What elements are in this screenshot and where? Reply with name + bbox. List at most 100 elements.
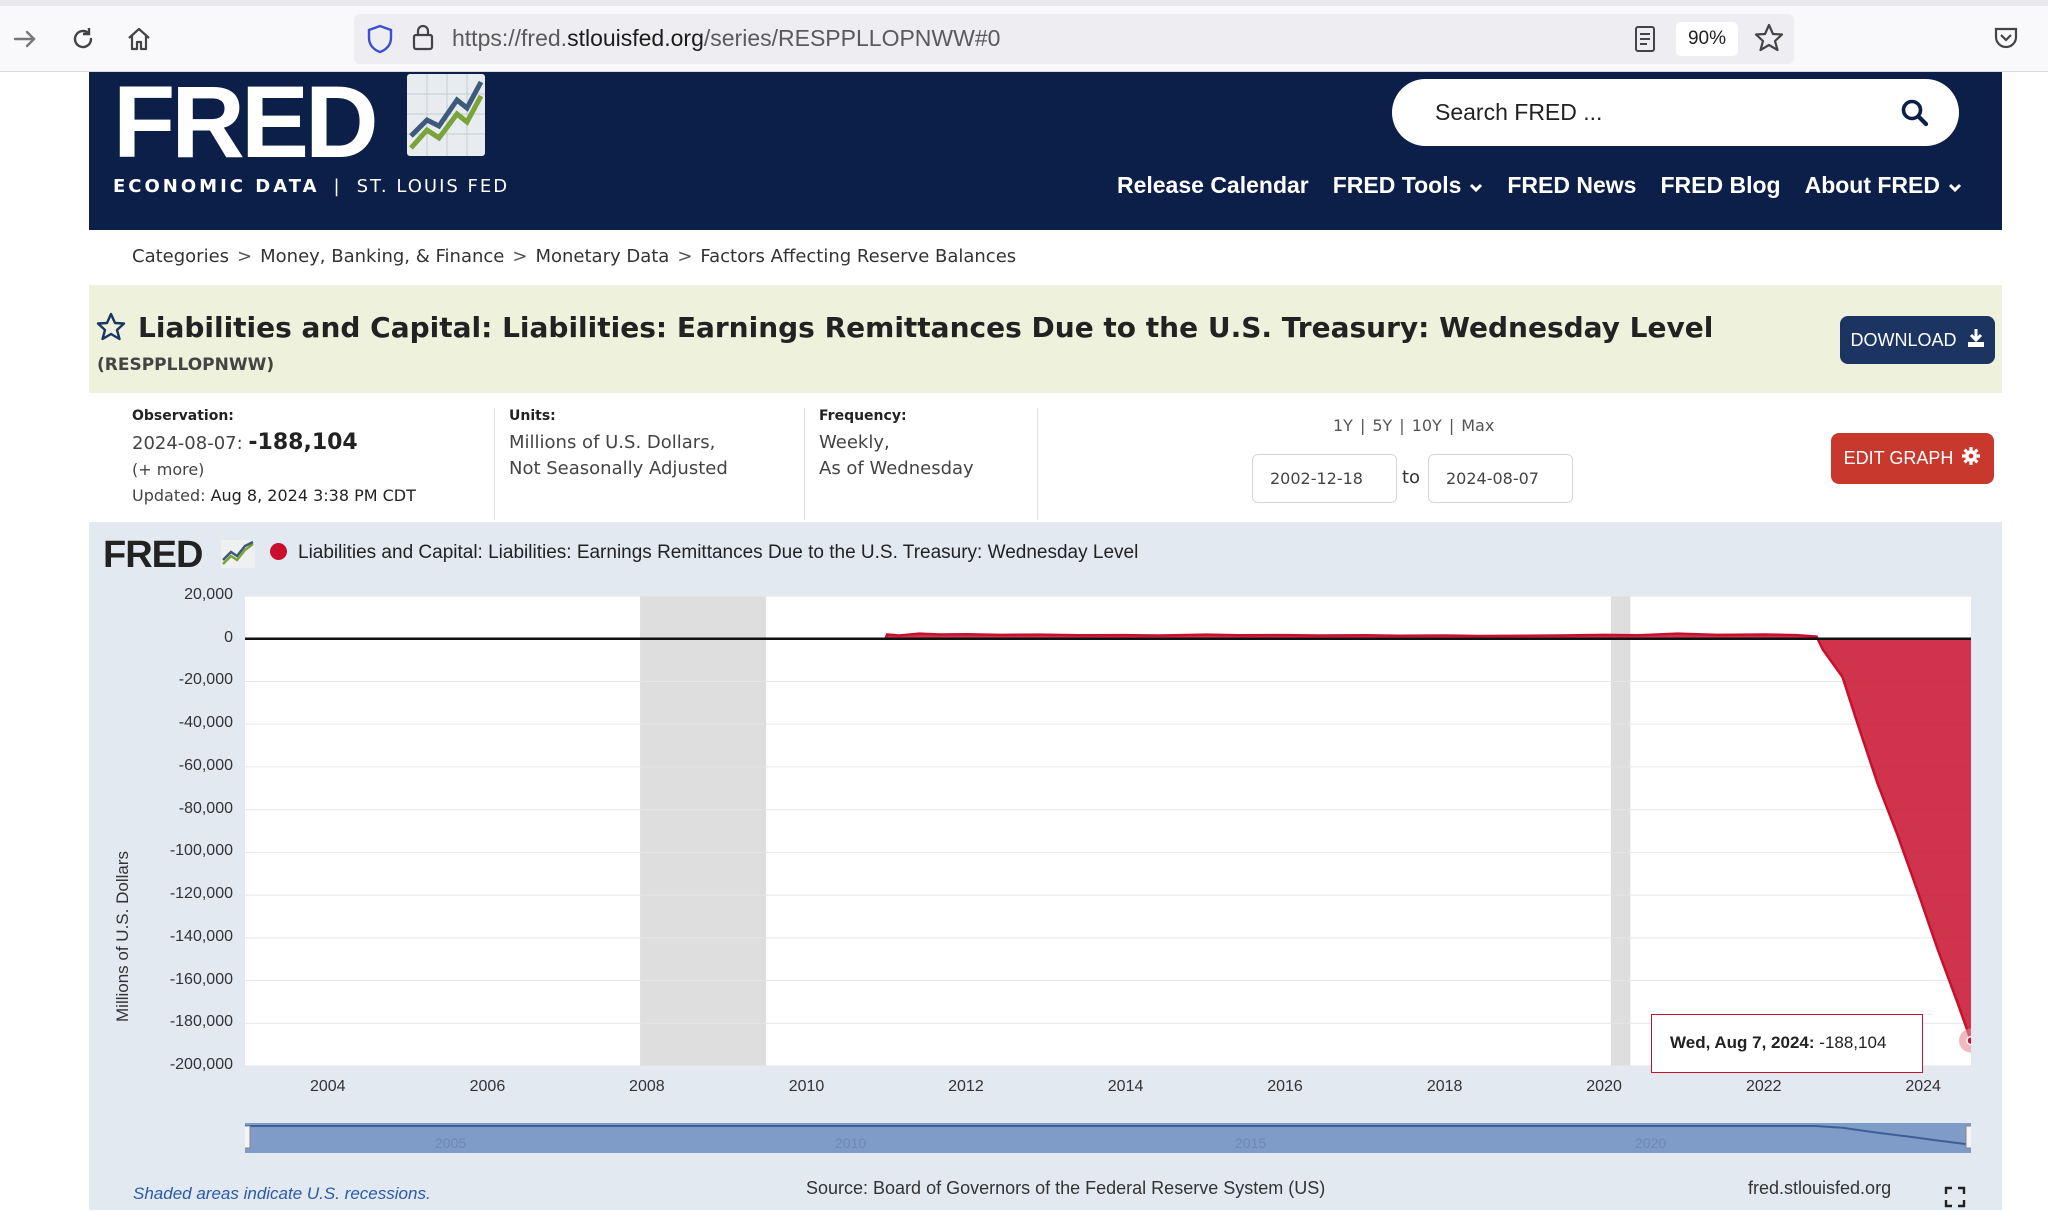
chevron-down-icon (1948, 172, 1962, 199)
shield-icon[interactable] (366, 24, 394, 58)
zoom-level[interactable]: 90% (1676, 22, 1738, 56)
navigator-right-handle[interactable] (1965, 1125, 1976, 1149)
breadcrumb-monetary-data[interactable]: Monetary Data (535, 246, 669, 267)
navigator-label: 2015 (1235, 1135, 1266, 1151)
units-block: Units: Millions of U.S. Dollars, Not Sea… (509, 408, 728, 482)
home-icon[interactable] (122, 22, 156, 56)
breadcrumb-money-banking[interactable]: Money, Banking, & Finance (260, 246, 504, 267)
logo-subtitle: ECONOMIC DATA | ST. LOUIS FED (113, 176, 509, 197)
lock-icon[interactable] (410, 22, 436, 56)
y-tick-label: -100,000 (169, 842, 233, 860)
x-tick-label: 2024 (1905, 1078, 1941, 1095)
units-line-2: Not Seasonally Adjusted (509, 458, 728, 479)
browser-toolbar: https://fred.stlouisfed.org/series/RESPP… (0, 0, 2048, 72)
nav-about-fred[interactable]: About FRED (1805, 172, 1962, 199)
nav-fred-blog[interactable]: FRED Blog (1660, 172, 1780, 199)
nav-fred-news[interactable]: FRED News (1507, 172, 1636, 199)
y-tick-label: -80,000 (178, 799, 233, 817)
x-tick-label: 2016 (1267, 1078, 1303, 1095)
navigator-label: 2005 (435, 1135, 466, 1151)
graph-fred-logo: FRED (103, 534, 203, 576)
bookmark-star-icon[interactable] (1753, 22, 1785, 58)
navigator-label: 2010 (835, 1135, 866, 1151)
tooltip-date: Wed, Aug 7, 2024: (1670, 1033, 1815, 1052)
units-label: Units: (509, 408, 556, 424)
more-observations-link[interactable]: (+ more) (132, 457, 416, 483)
frequency-line-1: Weekly, (819, 432, 890, 453)
nav-fred-blog-label: FRED Blog (1660, 172, 1781, 198)
search-icon[interactable] (1899, 97, 1931, 129)
fred-logo-graph-icon[interactable] (407, 74, 485, 156)
y-tick-label: 0 (224, 628, 233, 646)
breadcrumb-factors[interactable]: Factors Affecting Reserve Balances (700, 246, 1016, 267)
observation-label: Observation: (132, 408, 234, 424)
range-max-link[interactable]: Max (1461, 416, 1494, 435)
breadcrumb-separator: > (512, 246, 528, 267)
nav-release-calendar-label: Release Calendar (1116, 172, 1309, 198)
nav-fred-tools-label: FRED Tools (1332, 172, 1462, 198)
range-navigator[interactable]: 2005 2010 2015 2020 (240, 1120, 1976, 1154)
site-note[interactable]: fred.stlouisfed.org (1748, 1178, 1891, 1199)
y-tick-label: 20,000 (184, 586, 233, 603)
nav-release-calendar[interactable]: Release Calendar (1117, 172, 1309, 199)
meta-divider (494, 408, 495, 520)
y-tick-label: -40,000 (178, 714, 233, 732)
forward-icon[interactable] (8, 22, 42, 56)
download-button-label: DOWNLOAD (1850, 329, 1957, 350)
recession-note: Shaded areas indicate U.S. recessions. (133, 1184, 431, 1203)
favorite-star-icon[interactable] (95, 311, 127, 343)
range-separator: | (1399, 416, 1405, 435)
fullscreen-icon[interactable] (1944, 1186, 1966, 1208)
range-1y-link[interactable]: 1Y (1333, 416, 1353, 435)
start-date-input[interactable]: 2002-12-18 (1252, 454, 1397, 503)
updated-value: Aug 8, 2024 3:38 PM CDT (210, 486, 416, 505)
gear-icon (1961, 446, 1981, 471)
breadcrumb-categories[interactable]: Categories (132, 246, 229, 267)
navigator-left-handle[interactable] (240, 1125, 251, 1149)
end-date-input[interactable]: 2024-08-07 (1428, 454, 1573, 503)
series-title-band: Liabilities and Capital: Liabilities: Ea… (89, 285, 2002, 393)
breadcrumb-separator: > (677, 246, 693, 267)
breadcrumb-separator: > (237, 246, 253, 267)
search-input[interactable]: Search FRED ... (1392, 79, 1959, 146)
range-10y-link[interactable]: 10Y (1412, 416, 1442, 435)
series-id: (RESPPLLOPNWW) (97, 355, 275, 375)
pocket-icon[interactable] (1992, 24, 2020, 56)
plot-area[interactable] (245, 595, 1983, 1067)
download-button[interactable]: DOWNLOAD (1840, 316, 1995, 364)
reader-view-icon[interactable] (1632, 24, 1658, 58)
edit-graph-button[interactable]: EDIT GRAPH (1831, 433, 1994, 484)
search-placeholder: Search FRED ... (1435, 99, 1603, 125)
logo-subtitle-stl-fed: ST. LOUIS FED (356, 176, 510, 197)
edit-graph-label: EDIT GRAPH (1843, 448, 1954, 468)
source-note[interactable]: Source: Board of Governors of the Federa… (806, 1178, 1325, 1199)
nav-fred-tools[interactable]: FRED Tools (1333, 172, 1484, 199)
frequency-block: Frequency: Weekly, As of Wednesday (819, 408, 974, 482)
series-line (245, 632, 1973, 1042)
x-tick-label: 2010 (788, 1078, 825, 1095)
recession-band (1610, 596, 1631, 1066)
graph-logo-icon (221, 540, 255, 572)
range-5y-link[interactable]: 5Y (1372, 416, 1392, 435)
x-tick-label: 2008 (629, 1078, 665, 1095)
y-tick-label: -200,000 (169, 1056, 233, 1073)
observation-date: 2024-08-07: (132, 433, 243, 454)
series-title: Liabilities and Capital: Liabilities: Ea… (138, 311, 1714, 344)
meta-divider (1037, 408, 1038, 520)
y-tick-label: -180,000 (169, 1013, 233, 1031)
legend-label[interactable]: Liabilities and Capital: Liabilities: Ea… (298, 542, 1138, 564)
nav-fred-news-label: FRED News (1507, 172, 1637, 198)
fred-logo[interactable]: FRED (113, 71, 379, 173)
range-links: 1Y | 5Y | 10Y | Max (1333, 416, 1494, 435)
y-tick-label: -60,000 (178, 756, 233, 774)
hover-point[interactable] (1966, 1035, 1976, 1046)
y-tick-label: -120,000 (169, 885, 233, 903)
x-tick-label: 2018 (1426, 1078, 1463, 1095)
url-text[interactable]: https://fred.stlouisfed.org/series/RESPP… (452, 25, 1000, 52)
data-tooltip: Wed, Aug 7, 2024: -188,104 (1651, 1014, 1923, 1073)
tab-strip-edge (0, 0, 2048, 6)
frequency-line-2: As of Wednesday (819, 458, 974, 479)
x-tick-label: 2020 (1586, 1078, 1622, 1095)
series-area (245, 633, 1971, 1041)
reload-icon[interactable] (66, 22, 100, 56)
